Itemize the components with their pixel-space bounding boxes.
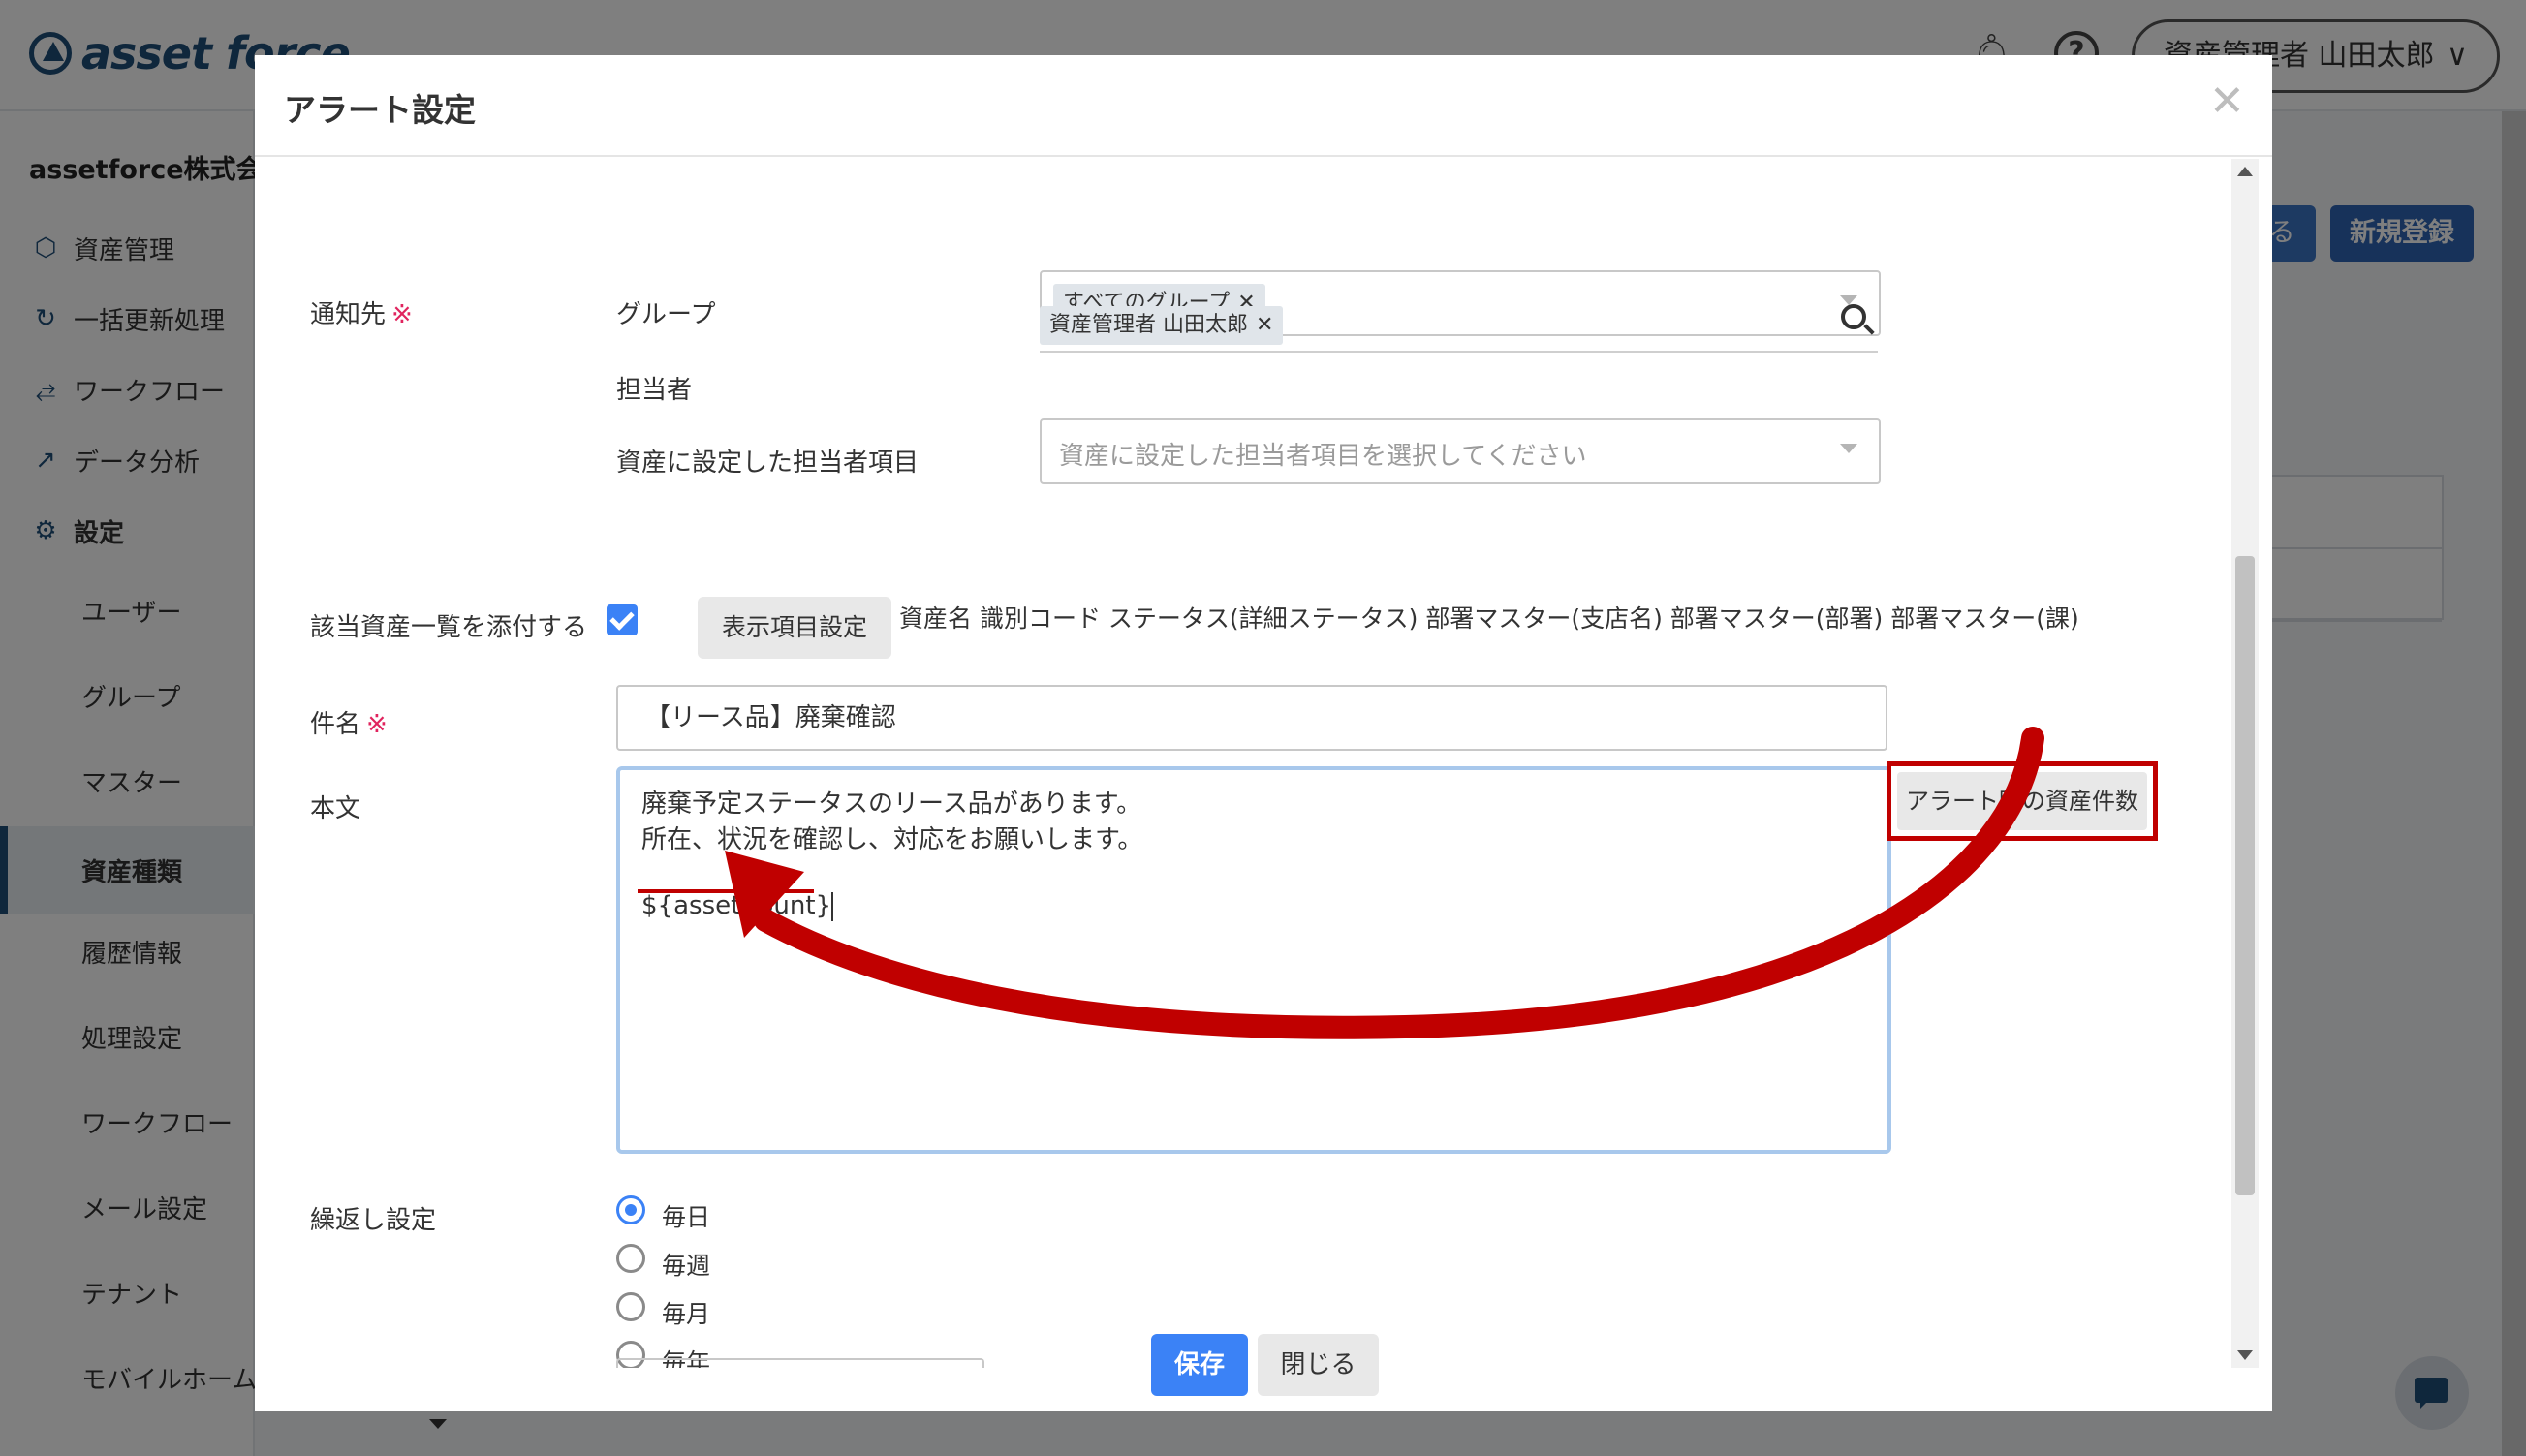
body-line: 所在、状況を確認し、対応をお願いします。: [641, 825, 1143, 854]
group-label: グループ: [616, 300, 716, 329]
body-line: 廃棄予定ステータスのリース品があります。: [641, 790, 1142, 819]
subject-input[interactable]: 【リース品】廃棄確認: [616, 685, 1887, 751]
repeat-time-input[interactable]: [616, 1358, 984, 1368]
assignee-tag-label: 資産管理者 山田太郎: [1049, 313, 1248, 337]
modal-scrollbar[interactable]: [2231, 159, 2259, 1368]
tag-remove-icon[interactable]: ✕: [1256, 313, 1273, 337]
close-icon[interactable]: ✕: [2209, 77, 2245, 126]
assignee-tag: 資産管理者 山田太郎 ✕: [1040, 306, 1284, 345]
asset-assignee-placeholder: 資産に設定した担当者項目を選択してください: [1059, 442, 1587, 471]
modal-body: 通知先 ※ グループ すべてのグループ ✕ 担当者 資産管理者 山田太郎 ✕ 資産に設…: [255, 159, 2272, 1368]
assignee-label: 担当者: [616, 376, 693, 405]
required-mark: ※: [391, 300, 413, 329]
assignee-field[interactable]: 資産管理者 山田太郎 ✕: [1040, 294, 1878, 353]
repeat-label: 繰返し設定: [310, 1206, 437, 1235]
scroll-up-icon[interactable]: [2237, 167, 2253, 176]
asset-count-variable: ${assetCount}: [641, 891, 832, 920]
scroll-down-icon[interactable]: [2237, 1350, 2253, 1360]
attach-list-label: 該当資産一覧を添付する: [310, 613, 588, 642]
modal-title: アラート設定: [284, 91, 476, 129]
asset-count-highlight: アラート時の資産件数: [1887, 761, 2158, 841]
save-button[interactable]: 保存: [1151, 1334, 1248, 1396]
attach-list-checkbox[interactable]: [607, 604, 638, 635]
required-mark: ※: [366, 710, 388, 739]
radio-weekly[interactable]: [616, 1244, 645, 1273]
asset-assignee-select[interactable]: 資産に設定した担当者項目を選択してください: [1040, 418, 1881, 484]
display-items-button[interactable]: 表示項目設定: [698, 597, 891, 659]
radio-weekly-label: 毎週: [662, 1252, 711, 1280]
subject-label-text: 件名: [310, 710, 361, 739]
radio-daily[interactable]: [616, 1195, 645, 1224]
body-variable-line: ${assetCount}: [641, 891, 834, 921]
radio-monthly[interactable]: [616, 1292, 645, 1321]
body-label: 本文: [310, 794, 361, 823]
notify-label: 通知先 ※: [310, 294, 413, 330]
display-columns-text: 資産名 識別コード ステータス(詳細ステータス) 部署マスター(支店名) 部署マ…: [899, 604, 2079, 633]
chevron-down-icon: [1840, 444, 1857, 453]
text-cursor: [831, 891, 834, 921]
close-button[interactable]: 閉じる: [1258, 1334, 1379, 1396]
body-textarea[interactable]: 廃棄予定ステータスのリース品があります。 所在、状況を確認し、対応をお願いします…: [616, 766, 1891, 1154]
radio-daily-label: 毎日: [662, 1203, 711, 1231]
asset-count-button[interactable]: アラート時の資産件数: [1897, 772, 2147, 830]
asset-assignee-label: 資産に設定した担当者項目: [616, 449, 920, 478]
notify-label-text: 通知先: [310, 300, 387, 329]
alert-settings-modal: アラート設定 ✕ 通知先 ※ グループ すべてのグループ ✕ 担当者 資産管理者 山…: [255, 55, 2272, 1411]
modal-header: アラート設定 ✕: [255, 55, 2272, 157]
scroll-thumb[interactable]: [2235, 556, 2255, 1195]
subject-label: 件名 ※: [310, 704, 388, 740]
radio-monthly-label: 毎月: [662, 1300, 711, 1328]
search-icon[interactable]: [1841, 304, 1866, 329]
variable-underline-annotation: [638, 889, 814, 893]
